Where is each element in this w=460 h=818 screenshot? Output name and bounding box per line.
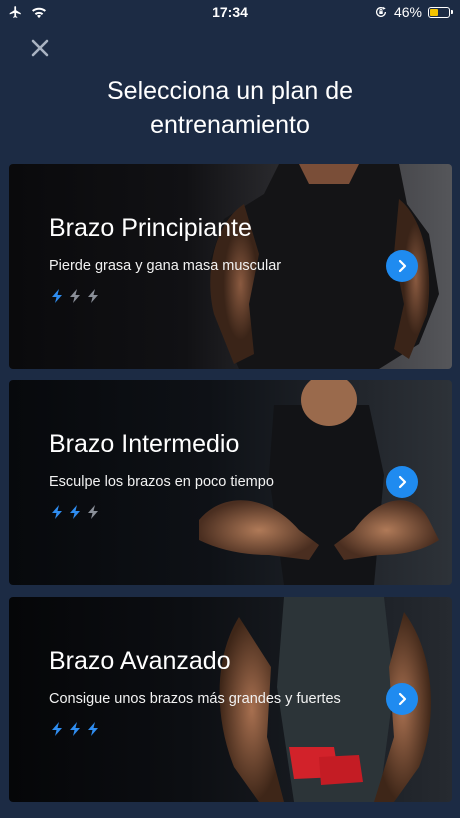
chevron-right-icon xyxy=(398,259,407,273)
bolt-active-icon xyxy=(52,289,62,303)
page-title: Selecciona un plan de entrenamiento xyxy=(106,77,354,139)
bolt-inactive-icon xyxy=(70,289,80,303)
plan-card-advanced[interactable]: Brazo Avanzado Consigue unos brazos más … xyxy=(9,597,452,802)
chevron-right-icon xyxy=(398,475,407,489)
bolt-active-icon xyxy=(88,722,98,736)
card-subtitle: Pierde grasa y gana masa muscular xyxy=(49,258,282,274)
battery-icon xyxy=(428,6,453,18)
bolt-active-icon xyxy=(52,505,62,519)
card-title: Brazo Avanzado xyxy=(49,647,231,675)
plan-card-beginner[interactable]: Brazo Principiante Pierde grasa y gana m… xyxy=(9,164,452,369)
card-subtitle: Consigue unos brazos más grandes y fuert… xyxy=(49,691,341,707)
battery-percent: 46% xyxy=(393,4,422,20)
orientation-lock-icon xyxy=(375,6,386,17)
card-title: Brazo Intermedio xyxy=(49,430,240,458)
difficulty-indicator xyxy=(49,504,101,520)
status-right: 46% xyxy=(374,4,453,20)
close-icon xyxy=(31,39,49,57)
bolt-inactive-icon xyxy=(88,289,98,303)
open-plan-button[interactable] xyxy=(386,683,418,715)
bolt-active-icon xyxy=(70,722,80,736)
card-subtitle: Esculpe los brazos en poco tiempo xyxy=(49,474,274,490)
battery-fill xyxy=(430,8,438,16)
open-plan-button[interactable] xyxy=(386,466,418,498)
difficulty-indicator xyxy=(49,288,101,304)
plan-card-intermediate[interactable]: Brazo Intermedio Esculpe los brazos en p… xyxy=(9,380,452,585)
close-button[interactable] xyxy=(28,36,52,60)
bolt-inactive-icon xyxy=(88,505,98,519)
status-bar: 17:34 46% xyxy=(0,0,460,24)
bolt-active-icon xyxy=(52,722,62,736)
card-title: Brazo Principiante xyxy=(49,214,252,242)
chevron-right-icon xyxy=(398,692,407,706)
difficulty-indicator xyxy=(49,721,101,737)
open-plan-button[interactable] xyxy=(386,250,418,282)
bolt-active-icon xyxy=(70,505,80,519)
